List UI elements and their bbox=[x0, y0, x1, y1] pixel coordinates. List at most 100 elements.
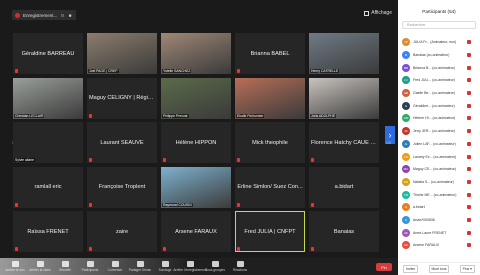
participant-name: zaire bbox=[115, 228, 129, 235]
participants-title: Participants (54) bbox=[422, 9, 456, 14]
participant-tile[interactable]: Sylvie allaire bbox=[13, 122, 83, 163]
pause-recording-button[interactable]: II bbox=[60, 13, 65, 18]
mic-muted-icon[interactable] bbox=[467, 167, 471, 172]
mute-all-button[interactable]: Muet tous bbox=[428, 265, 450, 273]
participant-tile[interactable]: Erline Simlon/ Suez Con... bbox=[235, 166, 305, 208]
mic-muted-icon[interactable] bbox=[467, 103, 471, 108]
participant-row[interactable]: MC Maguy CE... (co-animateur) bbox=[402, 163, 478, 176]
participant-row[interactable]: FJ Fred JULI... (co-animateur) bbox=[402, 74, 478, 87]
participant-row-name: Géraldine... (co-animateur) bbox=[413, 103, 455, 108]
participant-tile[interactable]: Henry CATRELLE bbox=[309, 33, 379, 74]
participant-tile[interactable]: Géraldine BARREAU bbox=[13, 33, 83, 74]
avatar: G bbox=[402, 101, 410, 110]
mic-muted-icon[interactable] bbox=[467, 91, 471, 96]
toolbar-label: Sous-groupes bbox=[205, 268, 225, 272]
video-name-label: Joris ADOLPHE bbox=[310, 113, 337, 118]
panel-footer: Inviter Muet tous Plus ▾ bbox=[398, 262, 480, 275]
video-name-label: Elodie Pichonnier bbox=[236, 113, 265, 118]
participant-tile[interactable]: Christian LECLAIR bbox=[13, 77, 83, 119]
participant-name: Raïssa FRENET bbox=[27, 228, 69, 235]
participant-row[interactable]: G Géraldine... (co-animateur) bbox=[402, 99, 478, 112]
participant-name: ramlall eric bbox=[34, 184, 62, 190]
mic-muted-icon[interactable] bbox=[467, 154, 471, 159]
stop-recording-button[interactable]: ■ bbox=[68, 13, 73, 18]
avatar: TM bbox=[402, 190, 410, 199]
mic-muted-icon bbox=[163, 158, 166, 162]
participant-row[interactable]: NS Natalia S... (co-animateur) bbox=[402, 176, 478, 189]
end-meeting-button[interactable]: Fin bbox=[376, 263, 392, 271]
participant-name: Fred JULIA | CNFPT bbox=[244, 228, 296, 235]
participant-tile[interactable]: Françoise Troplent bbox=[87, 166, 157, 208]
participant-row-name: JULIA Fr... (Animateur, moi) bbox=[413, 40, 456, 45]
participant-tile[interactable]: Laurant SEAUVE bbox=[87, 122, 157, 163]
mic-muted-icon bbox=[15, 202, 18, 207]
participant-row[interactable]: TM Thiche ME... (co-animateur) bbox=[402, 188, 478, 201]
toolbar-icon bbox=[211, 261, 219, 267]
participant-tile[interactable]: Hélène HIPPON bbox=[161, 122, 231, 163]
participant-row[interactable]: B Banaias (co-animateur) bbox=[402, 49, 478, 62]
participant-row[interactable]: HM Hélène HI... (co-animateur) bbox=[402, 112, 478, 125]
invite-button[interactable]: Inviter bbox=[403, 265, 419, 273]
participant-tile[interactable]: Joel PAGE | CREP bbox=[87, 33, 157, 74]
avatar: A bbox=[402, 215, 410, 224]
toolbar-button[interactable]: Réactions bbox=[229, 261, 251, 272]
participant-tile[interactable]: Banaias bbox=[309, 211, 379, 252]
mic-muted-icon bbox=[163, 247, 166, 251]
participant-name: Géraldine BARREAU bbox=[21, 50, 75, 57]
zoom-window: Enregistrement... II ■ Affichage ‹ 1/3 ›… bbox=[0, 0, 480, 275]
mic-muted-icon[interactable] bbox=[467, 141, 471, 146]
toolbar-button[interactable]: Sous-groupes bbox=[204, 261, 226, 272]
participant-row[interactable]: JL Julien LAF... (co-animateur) bbox=[402, 138, 478, 151]
mic-muted-icon[interactable] bbox=[467, 243, 471, 248]
participant-row-name: Jerry JER... (co-animateur) bbox=[413, 129, 456, 134]
mic-muted-icon[interactable] bbox=[467, 192, 471, 197]
participant-tile[interactable]: Raymond COUSIN bbox=[161, 166, 231, 208]
avatar: A bbox=[402, 203, 410, 212]
participant-tile[interactable]: Fred JULIA | CNFPT bbox=[235, 211, 305, 252]
participant-tile[interactable]: Brianna BABEL bbox=[235, 33, 305, 74]
participant-row[interactable]: AF Anne-Laure FRENET bbox=[402, 226, 478, 239]
participant-tile[interactable]: Arsene FARAUX bbox=[161, 211, 231, 252]
participant-tile[interactable]: Philippe Prevost bbox=[161, 77, 231, 119]
participant-tile[interactable]: Raïssa FRENET bbox=[13, 211, 83, 252]
participant-tile[interactable]: Mick theophile bbox=[235, 122, 305, 163]
participant-tile[interactable]: Ystelle SANCHEZ bbox=[161, 33, 231, 74]
mic-muted-icon[interactable] bbox=[467, 205, 471, 210]
participant-row[interactable]: BB Brianna B... (co-animateur) bbox=[402, 61, 478, 74]
participant-tile[interactable]: Maguy CELIGNY | Régio... bbox=[87, 77, 157, 119]
participant-tile[interactable]: Elodie Pichonnier bbox=[235, 77, 305, 119]
participant-row[interactable]: GB Gaelle Be... (co-animateur) bbox=[402, 87, 478, 100]
participant-tile[interactable]: Florence Hatchy CAUE G... bbox=[309, 122, 379, 163]
more-button[interactable]: Plus ▾ bbox=[459, 265, 475, 273]
participant-row[interactable]: AF Arsene FARAUX bbox=[402, 239, 478, 252]
mic-muted-icon bbox=[311, 158, 314, 162]
avatar: BB bbox=[402, 63, 410, 72]
participant-row[interactable]: JC Jerry JER... (co-animateur) bbox=[402, 125, 478, 138]
mic-muted-icon[interactable] bbox=[467, 65, 471, 70]
mic-muted-icon[interactable] bbox=[467, 230, 471, 235]
mic-muted-icon[interactable] bbox=[467, 53, 471, 58]
mic-muted-icon[interactable] bbox=[467, 217, 471, 222]
participant-tile[interactable]: ramlall eric bbox=[13, 166, 83, 208]
participant-row[interactable]: JP JULIA Fr... (Animateur, moi) bbox=[402, 36, 478, 49]
participant-row[interactable]: A Anais*000836 bbox=[402, 214, 478, 227]
mic-muted-icon[interactable] bbox=[467, 78, 471, 83]
participant-row[interactable]: Aa.bidart bbox=[402, 201, 478, 214]
mic-muted-icon[interactable] bbox=[467, 40, 471, 45]
participant-search-input[interactable]: Rechercher bbox=[402, 21, 476, 29]
participant-row[interactable]: LS Laurely Ec... (co-animateur) bbox=[402, 150, 478, 163]
mic-muted-icon[interactable] bbox=[467, 116, 471, 121]
mic-muted-icon[interactable] bbox=[467, 179, 471, 184]
avatar: NS bbox=[402, 177, 410, 186]
participant-row-name: Anne-Laure FRENET bbox=[413, 230, 447, 235]
video-name-label: Ystelle SANCHEZ bbox=[162, 69, 192, 73]
view-button[interactable]: Affichage bbox=[364, 10, 392, 16]
mic-muted-icon[interactable] bbox=[467, 129, 471, 134]
participant-tile[interactable]: a.bidart bbox=[309, 166, 379, 208]
video-name-label: Henry CATRELLE bbox=[310, 69, 340, 73]
participant-row-name: Anais*000836 bbox=[413, 217, 435, 222]
participant-row-name: Arsene FARAUX bbox=[413, 243, 440, 248]
recording-indicator[interactable]: Enregistrement... II ■ bbox=[12, 10, 76, 20]
participant-tile[interactable]: zaire bbox=[87, 211, 157, 252]
participant-tile[interactable]: Joris ADOLPHE bbox=[309, 77, 379, 119]
